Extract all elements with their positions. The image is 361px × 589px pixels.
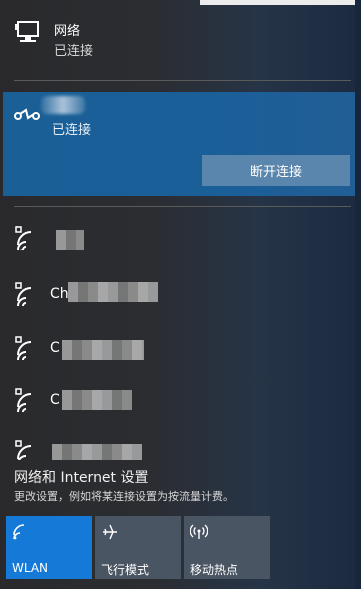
divider [14, 80, 351, 81]
background-window-edge [200, 0, 355, 5]
wifi-secured-icon [14, 336, 40, 362]
wired-network-status: 已连接 [54, 44, 94, 59]
wifi-network-item[interactable] [0, 440, 355, 460]
wifi-network-name: C [50, 340, 60, 356]
wifi-name-redacted [68, 282, 158, 302]
network-settings-link[interactable]: 网络和 Internet 设置 [14, 467, 149, 487]
wifi-network-name: C [50, 392, 60, 408]
wifi-name-redacted [52, 444, 142, 460]
wifi-network-item[interactable]: C [0, 388, 355, 442]
vpn-connection-item[interactable]: 已连接 断开连接 [3, 92, 355, 196]
wifi-secured-icon [14, 282, 40, 308]
wifi-network-item[interactable]: C [0, 336, 355, 390]
tile-label: WLAN [12, 561, 49, 575]
vpn-link-icon [13, 102, 41, 126]
wifi-name-redacted [62, 340, 144, 360]
wired-network-name: 网络 [54, 24, 81, 39]
wifi-secured-icon [14, 388, 40, 414]
network-settings-description: 更改设置，例如将某连接设置为按流量计费。 [14, 490, 234, 503]
vpn-name-redacted [41, 96, 85, 114]
tile-label: 飞行模式 [101, 563, 150, 577]
divider [14, 206, 351, 207]
ethernet-monitor-icon [14, 20, 42, 46]
wifi-name-redacted [62, 390, 132, 410]
wifi-secured-icon [14, 440, 40, 460]
hotspot-icon [189, 523, 209, 541]
airplane-icon [101, 523, 119, 541]
disconnect-button[interactable]: 断开连接 [202, 155, 350, 186]
desktop-edge [355, 0, 361, 589]
wifi-network-name: Ch [50, 286, 69, 302]
airplane-mode-tile[interactable]: 飞行模式 [95, 516, 181, 579]
mobile-hotspot-tile[interactable]: 移动热点 [184, 516, 270, 579]
wifi-network-item[interactable] [0, 226, 355, 280]
vpn-status: 已连接 [52, 123, 92, 138]
wlan-toggle-tile[interactable]: WLAN [6, 516, 92, 579]
wired-network-item[interactable]: 网络 已连接 [0, 10, 355, 70]
wifi-network-item[interactable]: Ch [0, 282, 355, 336]
wifi-name-redacted [56, 230, 84, 250]
wifi-secured-icon [14, 226, 40, 252]
wifi-icon [12, 523, 30, 541]
tile-label: 移动热点 [190, 563, 239, 577]
